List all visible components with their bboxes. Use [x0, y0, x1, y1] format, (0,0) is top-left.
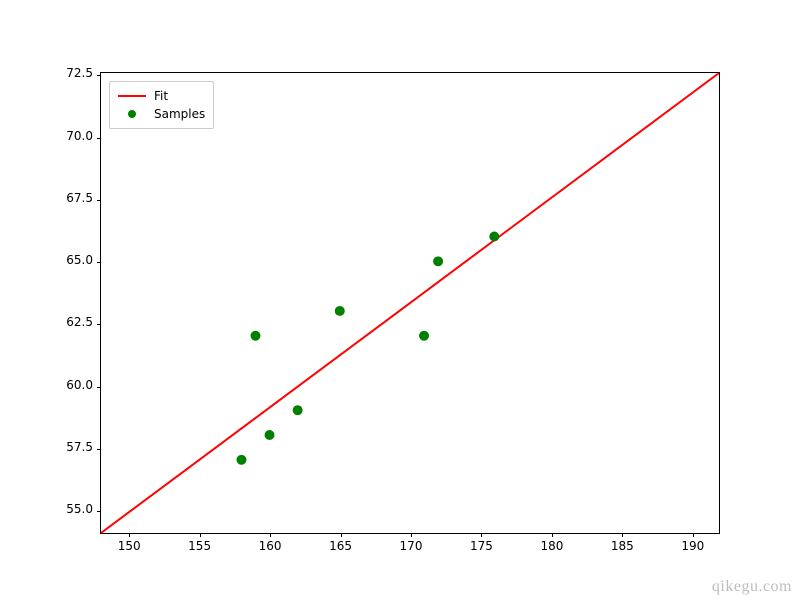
- y-tick-label: 70.0: [66, 129, 93, 143]
- sample-point: [251, 331, 261, 341]
- y-tick-label: 67.5: [66, 191, 93, 205]
- x-tick: [622, 533, 623, 537]
- x-tick-label: 165: [329, 539, 352, 553]
- x-tick-label: 175: [470, 539, 493, 553]
- legend-item-samples: Samples: [118, 105, 205, 123]
- sample-point: [335, 306, 345, 316]
- sample-point: [265, 430, 275, 440]
- x-tick: [341, 533, 342, 537]
- y-tick: [97, 200, 101, 201]
- sample-point: [419, 331, 429, 341]
- legend-label: Fit: [154, 89, 168, 103]
- x-tick: [270, 533, 271, 537]
- x-tick-label: 155: [188, 539, 211, 553]
- x-tick: [129, 533, 130, 537]
- fit-line: [101, 73, 719, 533]
- x-tick-label: 180: [540, 539, 563, 553]
- y-tick-label: 55.0: [66, 502, 93, 516]
- plot-area: [101, 73, 719, 533]
- y-tick: [97, 75, 101, 76]
- x-tick-label: 185: [611, 539, 634, 553]
- dot-swatch-icon: [118, 110, 146, 118]
- y-tick: [97, 324, 101, 325]
- sample-point: [489, 232, 499, 242]
- x-tick: [693, 533, 694, 537]
- y-tick-label: 62.5: [66, 315, 93, 329]
- sample-point: [236, 455, 246, 465]
- legend-label: Samples: [154, 107, 205, 121]
- y-tick: [97, 511, 101, 512]
- line-swatch-icon: [118, 95, 146, 97]
- y-tick: [97, 138, 101, 139]
- plot-axes: Fit Samples 1501551601651701751801851905…: [100, 72, 720, 534]
- x-tick-label: 150: [118, 539, 141, 553]
- x-tick: [200, 533, 201, 537]
- y-tick-label: 60.0: [66, 378, 93, 392]
- sample-point: [433, 256, 443, 266]
- y-tick: [97, 449, 101, 450]
- x-tick-label: 170: [400, 539, 423, 553]
- figure: Fit Samples 150 155 160 165 170 175 180 185 190 5…: [0, 0, 800, 600]
- y-tick-label: 72.5: [66, 66, 93, 80]
- sample-point: [293, 405, 303, 415]
- x-tick-label: 190: [681, 539, 704, 553]
- x-tick: [411, 533, 412, 537]
- legend-item-fit: Fit: [118, 87, 205, 105]
- watermark: qikegu.com: [712, 578, 792, 596]
- y-tick-label: 65.0: [66, 253, 93, 267]
- y-tick: [97, 387, 101, 388]
- x-tick: [481, 533, 482, 537]
- y-tick-label: 57.5: [66, 440, 93, 454]
- y-tick: [97, 262, 101, 263]
- x-tick-label: 160: [259, 539, 282, 553]
- x-tick: [552, 533, 553, 537]
- legend: Fit Samples: [109, 81, 214, 129]
